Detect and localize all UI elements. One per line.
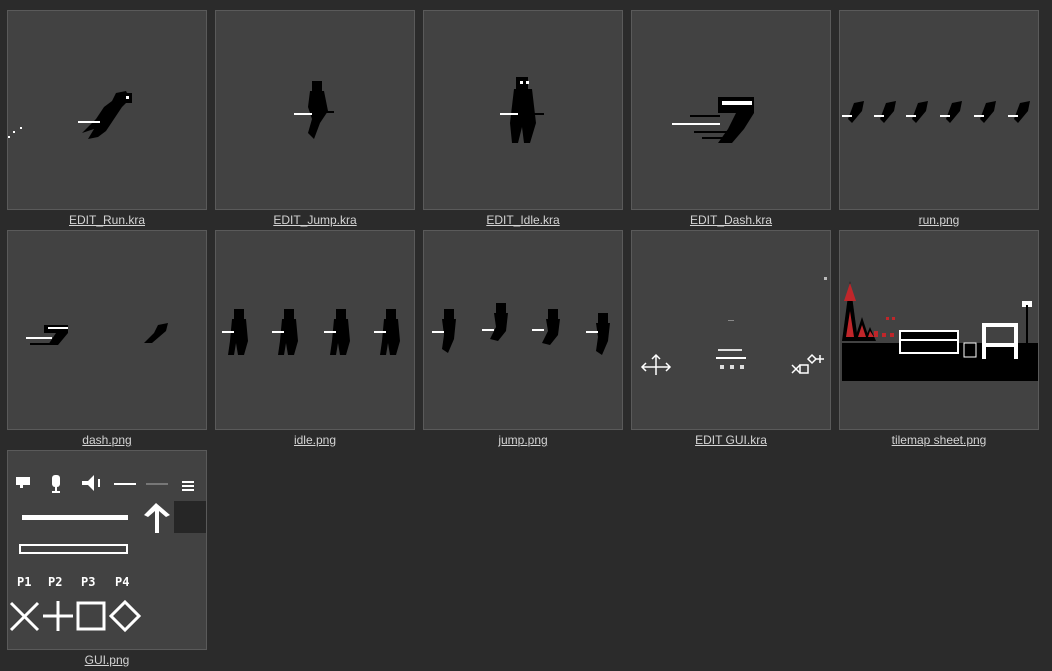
player-4-label: P4 [115, 575, 130, 589]
thumbnail-edit-jump [215, 10, 415, 210]
microphone-icon [52, 475, 60, 487]
jump-spritesheet-preview [432, 303, 610, 355]
file-item-edit-idle[interactable]: EDIT_Idle.kra [423, 10, 623, 230]
player-3-label: P3 [81, 575, 96, 589]
file-name: EDIT_Run.kra [68, 213, 146, 227]
thumbnail-edit-idle [423, 10, 623, 210]
menu-icon [182, 481, 194, 483]
file-item-edit-dash[interactable]: EDIT_Dash.kra [631, 10, 831, 230]
file-item-jump-png[interactable]: jump.png [423, 230, 623, 450]
file-item-run-png[interactable]: run.png [839, 10, 1039, 230]
file-name: idle.png [293, 433, 337, 447]
thumbnail-edit-dash [631, 10, 831, 210]
progress-bar-full [22, 515, 128, 520]
diamond-icon [108, 599, 142, 633]
file-name: run.png [918, 213, 960, 227]
chat-icon-tail [20, 485, 23, 488]
tilemap-preview [842, 281, 1038, 381]
arrow-up-icon [144, 503, 170, 533]
file-item-edit-gui[interactable]: EDIT GUI.kra [631, 230, 831, 450]
square-icon [76, 601, 106, 631]
file-item-dash-png[interactable]: dash.png [7, 230, 207, 450]
file-item-tilemap-sheet[interactable]: tilemap sheet.png [839, 230, 1039, 450]
idle-spritesheet-preview [222, 309, 400, 355]
gui-spritesheet-preview [9, 475, 206, 633]
file-item-edit-jump[interactable]: EDIT_Jump.kra [215, 10, 415, 230]
file-item-edit-run[interactable]: EDIT_Run.kra [7, 10, 207, 230]
player-2-label: P2 [48, 575, 63, 589]
jump-sprite-preview [294, 81, 334, 139]
run-spritesheet-preview [842, 101, 1030, 123]
file-name: tilemap sheet.png [891, 433, 987, 447]
gui-edit-preview [640, 277, 827, 375]
file-name: dash.png [82, 433, 132, 447]
thumbnail-dash-png [7, 230, 207, 430]
thumbnail-tilemap-sheet [839, 230, 1039, 430]
file-name: GUI.png [84, 653, 130, 667]
player-labels: P1 P2 P3 P4 [17, 575, 206, 591]
dash-sprite-preview [672, 97, 754, 143]
thumbnail-edit-gui [631, 230, 831, 430]
empty-bar-outline [19, 544, 128, 554]
file-item-idle-png[interactable]: idle.png [215, 230, 415, 450]
player-1-label: P1 [17, 575, 32, 589]
thumbnail-jump-png [423, 230, 623, 430]
thumbnail-gui-png: P1 P2 P3 P4 [7, 450, 207, 650]
thumbnail-run-png [839, 10, 1039, 210]
dash-spritesheet-preview [26, 323, 168, 345]
idle-sprite-preview [500, 77, 544, 143]
file-name: EDIT_Idle.kra [486, 213, 560, 227]
file-name: EDIT GUI.kra [695, 433, 767, 447]
thumbnail-idle-png [215, 230, 415, 430]
file-name: jump.png [498, 433, 548, 447]
file-name: EDIT_Jump.kra [273, 213, 357, 227]
thumbnail-edit-run [7, 10, 207, 210]
speaker-icon [82, 475, 94, 491]
chat-icon [16, 477, 30, 485]
file-thumbnail-grid: EDIT_Run.kra EDIT_Jump.kra EDIT_Idle.kra [0, 0, 1052, 671]
file-name: EDIT_Dash.kra [689, 213, 773, 227]
run-sprite-preview [8, 91, 132, 139]
file-item-gui-png[interactable]: P1 P2 P3 P4 GUI.png [7, 450, 207, 670]
minus-icon [114, 483, 136, 485]
